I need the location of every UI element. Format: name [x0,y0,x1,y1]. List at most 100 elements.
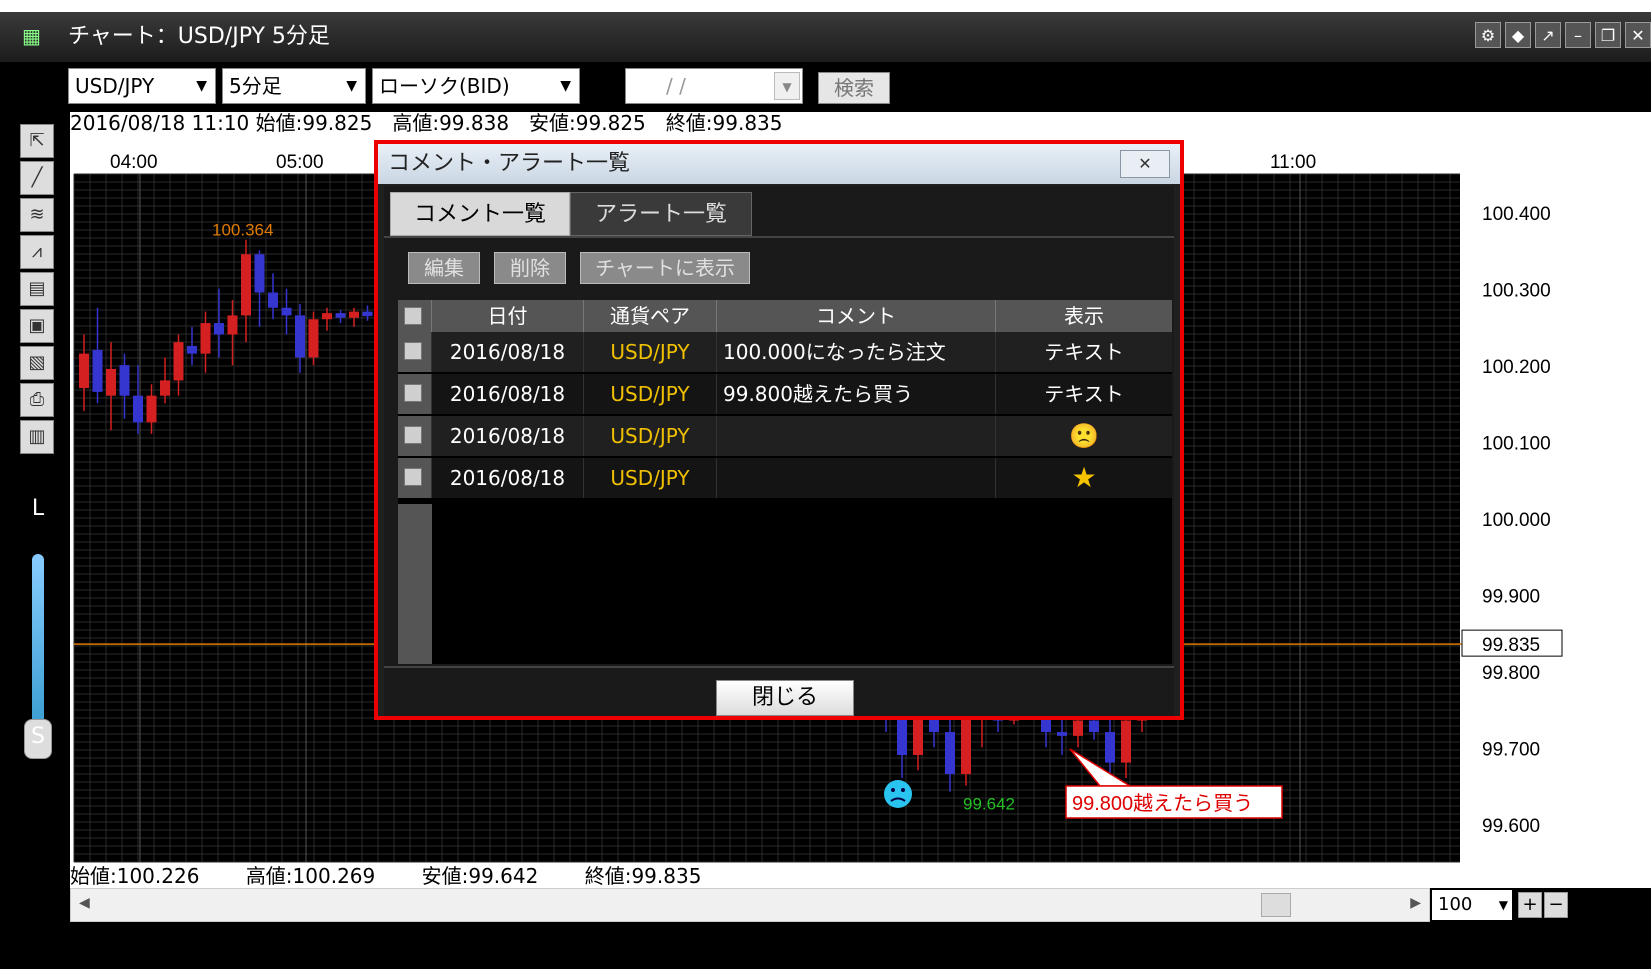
pair-select[interactable]: USD/JPY ▼ [68,68,216,104]
slider-small-label: S [31,724,45,749]
table-row[interactable]: 2016/08/18 USD/JPY 🙁 [398,416,1172,456]
close-button[interactable]: 閉じる [716,680,854,716]
row-comment: 99.800越えたら買う [717,374,996,414]
comment-table: 日付 通貨ペア コメント 表示 2016/08/18 USD/JPY 100.0… [398,300,1172,664]
select-all-checkbox[interactable] [404,307,422,325]
candle-body [268,292,278,308]
window-list-icon[interactable]: ▣ [20,309,54,343]
candle-body [295,315,305,358]
row-select-cell[interactable] [398,458,432,498]
close-icon[interactable]: ✕ [1625,22,1651,48]
column-header-comment[interactable]: コメント [717,300,996,332]
high-price-label: 100.364 [212,221,273,240]
dialog-body: コメント一覧 アラート一覧 編集 削除 チャートに表示 日付 通貨ペア コメント… [384,186,1174,716]
row-display: テキスト [1044,340,1124,364]
row-comment [717,458,996,498]
edit-button[interactable]: 編集 [408,252,480,284]
maximize-icon[interactable]: ❐ [1595,22,1621,48]
zoom-in-icon[interactable]: + [1518,892,1542,918]
sad-face-icon: 🙁 [1069,422,1099,450]
row-checkbox[interactable] [404,426,422,444]
timeframe-select-value: 5分足 [229,74,282,98]
row-select-cell[interactable] [398,374,432,414]
candle-type-select[interactable]: ローソク(BID) ▼ [372,68,580,104]
y-tick-label: 99.700 [1482,739,1540,760]
candle-body [133,395,143,423]
print-icon[interactable]: ⎙ [20,383,54,417]
sad-face-eye [901,788,905,792]
horizontal-scrollbar[interactable]: ◀ ▶ [70,888,1430,922]
window-title: チャート：USD/JPY 5分足 [68,24,330,49]
row-checkbox[interactable] [404,468,422,486]
line-draw-icon[interactable]: ╱ [20,161,54,195]
table-row[interactable]: 2016/08/18 USD/JPY ★ [398,458,1172,498]
delete-button[interactable]: 削除 [494,252,566,284]
bottom-open: 始値:100.226 [70,864,200,888]
scroll-left-icon[interactable]: ◀ [79,895,90,911]
cursor-tool-icon[interactable]: ⇱ [20,124,54,158]
candle-body [362,311,373,317]
candle-body [146,395,157,423]
palette-icon[interactable]: ◆ [1505,22,1531,48]
search-button[interactable]: 検索 [818,72,890,104]
annotation-text: 99.800越えたら買う [1072,792,1253,815]
oscillator-icon[interactable]: ⩘ [20,235,54,269]
candle-body [1073,720,1083,736]
candle-body [214,323,224,335]
scroll-right-icon[interactable]: ▶ [1410,895,1421,911]
candle-body [241,254,251,316]
candle-body [281,307,292,316]
dialog-footer-divider [384,666,1174,668]
size-slider-track[interactable] [32,554,44,744]
y-tick-label: 99.800 [1482,663,1540,684]
select-all-header[interactable] [398,300,432,332]
show-on-chart-button[interactable]: チャートに表示 [580,252,750,284]
tab-divider [384,236,1174,238]
candle-body [160,380,170,396]
minimize-icon[interactable]: – [1565,22,1591,48]
popout-icon[interactable]: ↗ [1535,22,1561,48]
zoom-select[interactable]: 100 ▼ [1432,890,1512,920]
table-row[interactable]: 2016/08/18 USD/JPY 99.800越えたら買う テキスト [398,374,1172,414]
date-input[interactable]: / / ▼ [625,68,803,104]
row-checkbox[interactable] [404,342,422,360]
bottom-high: 高値:100.269 [245,864,376,888]
column-header-date[interactable]: 日付 [432,300,584,332]
y-tick-label: 99.600 [1482,816,1540,837]
column-header-pair[interactable]: 通貨ペア [584,300,717,332]
zoom-out-icon[interactable]: − [1544,892,1568,918]
row-checkbox[interactable] [404,384,422,402]
tab-alert-list[interactable]: アラート一覧 [570,192,752,236]
left-toolbar: ⇱ ╱ ≋ ⩘ ▤ ▣ ▧ ⎙ ▥ L S [20,124,56,884]
chevron-down-icon: ▼ [1498,898,1508,912]
layout-icon[interactable]: ▥ [20,420,54,454]
price-table-icon[interactable]: ▤ [20,272,54,306]
settings-gear-icon[interactable]: ⚙ [1475,22,1501,48]
scrollbar-thumb[interactable] [1261,893,1291,917]
dialog-close-icon[interactable]: ✕ [1120,150,1170,178]
row-date: 2016/08/18 [432,416,584,456]
tab-comment-list[interactable]: コメント一覧 [390,192,570,236]
column-header-display[interactable]: 表示 [996,300,1172,332]
row-pair: USD/JPY [584,416,717,456]
y-tick-label: 100.000 [1482,510,1551,531]
calendar-dropdown-icon[interactable]: ▼ [774,72,800,100]
chevron-down-icon: ▼ [346,78,357,94]
indicator-icon[interactable]: ≋ [20,198,54,232]
y-tick-label: 100.300 [1482,281,1551,302]
pair-select-value: USD/JPY [75,74,155,98]
window-controls: ⚙ ◆ ↗ – ❐ ✕ [1475,22,1651,48]
comment-alert-dialog: コメント・アラート一覧 ✕ コメント一覧 アラート一覧 編集 削除 チャートに表… [374,140,1184,720]
star-icon: ★ [1071,461,1097,494]
memo-icon[interactable]: ▧ [20,346,54,380]
timeframe-select[interactable]: 5分足 ▼ [222,68,366,104]
row-date: 2016/08/18 [432,374,584,414]
row-pair: USD/JPY [584,374,717,414]
candle-body [1105,732,1115,763]
row-comment [717,416,996,456]
row-select-cell[interactable] [398,416,432,456]
candle-body [349,311,359,318]
table-row[interactable]: 2016/08/18 USD/JPY 100.000になったら注文 テキスト [398,332,1172,372]
row-select-cell[interactable] [398,332,432,372]
candle-body [119,365,130,396]
